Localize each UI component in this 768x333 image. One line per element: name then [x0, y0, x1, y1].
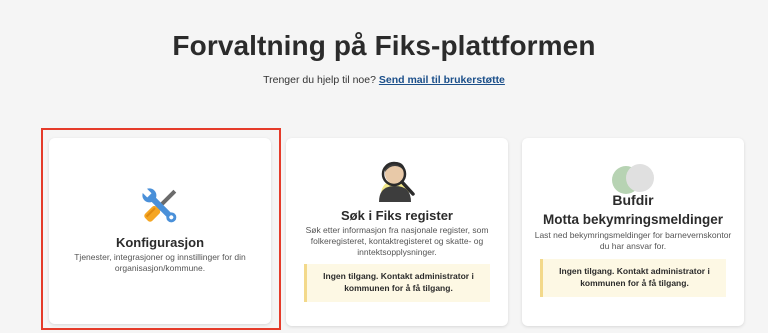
help-text-line: Trenger du hjelp til noe? Send mail til … — [0, 74, 768, 86]
no-access-notice: Ingen tilgang. Kontakt administrator i k… — [304, 264, 490, 302]
card-bufdir[interactable]: Bufdir Motta bekymringsmeldinger Last ne… — [522, 138, 744, 326]
card-konfigurasjon[interactable]: Konfigurasjon Tjenester, integrasjoner o… — [49, 138, 271, 324]
card-title: Søk i Fiks register — [341, 208, 453, 223]
card-description: Last ned bekymringsmeldinger for barneve… — [534, 230, 732, 251]
support-mail-link[interactable]: Send mail til brukerstøtte — [379, 74, 505, 86]
card-title: Motta bekymringsmeldinger — [542, 212, 724, 227]
no-access-notice: Ingen tilgang. Kontakt administrator i k… — [540, 259, 726, 297]
help-text: Trenger du hjelp til noe? — [263, 74, 376, 86]
card-description: Tjenester, integrasjoner og innstillinge… — [74, 252, 246, 273]
card-sok-i-fiks-register[interactable]: Søk i Fiks register Søk etter informasjo… — [286, 138, 508, 326]
card-description: Søk etter informasjon fra nasjonale regi… — [305, 225, 489, 257]
tools-icon — [141, 187, 177, 223]
card-org-title: Bufdir — [612, 192, 654, 208]
bufdir-logo-icon — [612, 164, 654, 194]
card-title: Konfigurasjon — [115, 235, 205, 250]
page-title: Forvaltning på Fiks-plattformen — [172, 30, 596, 61]
person-search-icon — [379, 161, 415, 202]
